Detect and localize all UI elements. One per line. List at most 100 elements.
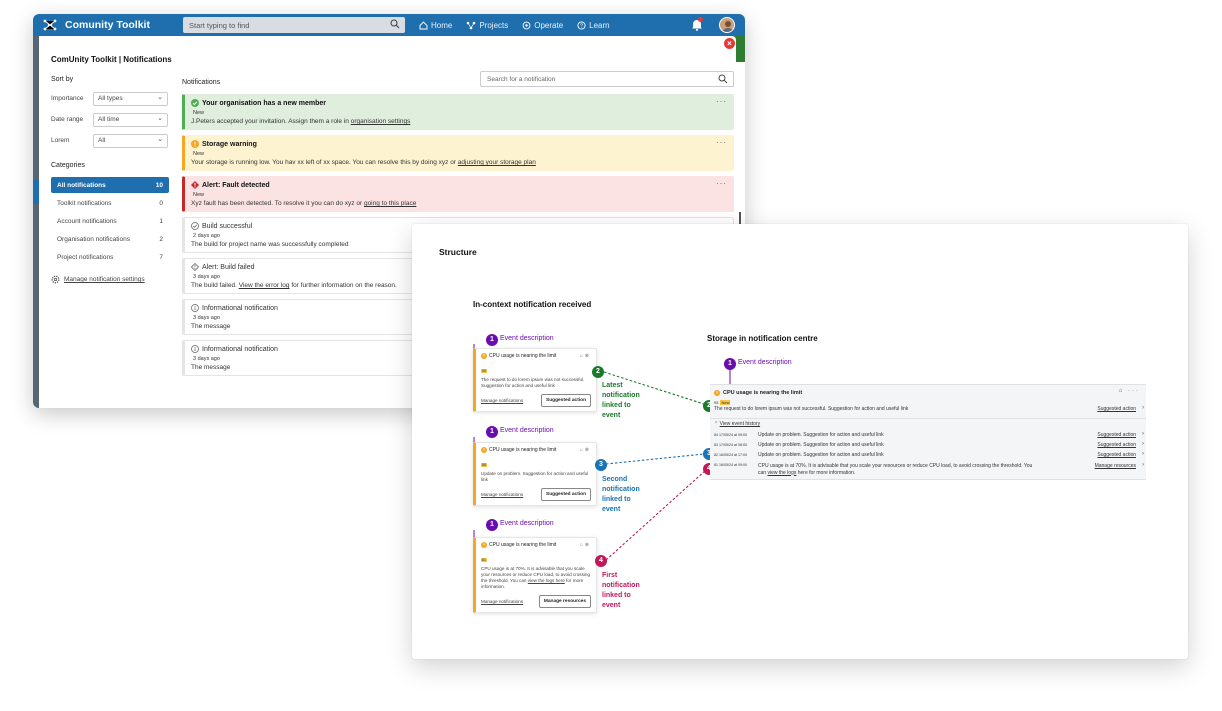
info-icon [191, 345, 199, 353]
category-project[interactable]: Project notifications 7 [51, 249, 169, 265]
projects-icon [467, 21, 476, 29]
mini-link[interactable]: view the logs here [528, 578, 565, 583]
history-timestamp: 16/05/24 at 17:00 [719, 453, 747, 457]
manage-settings-link[interactable]: Manage notification settings [51, 275, 169, 284]
history-text: Update on problem. Suggestion for action… [758, 442, 884, 448]
notification-title: Alert: Fault detected [202, 181, 270, 189]
chevron-right-icon: › [1142, 441, 1144, 447]
lorem-select[interactable]: All ⌄ [93, 133, 168, 148]
notification-time: New [193, 110, 205, 116]
manage-settings-label: Manage notification settings [64, 276, 145, 283]
filter-label: Importance [51, 95, 84, 102]
chevron-right-icon: › [1142, 431, 1144, 437]
category-all[interactable]: All notifications 10 [51, 177, 169, 193]
select-value: All types [98, 95, 123, 102]
history-timestamp: 16/05/24 at 09:00 [719, 463, 747, 467]
history-timestamp: 17/05/24 at 09:00 [719, 433, 747, 437]
manage-notifications-link[interactable]: Manage notifications [481, 599, 523, 604]
nav-operate-label: Operate [534, 20, 564, 30]
mini-actions-icon[interactable]: ⌂⊗ [580, 447, 591, 453]
mini-title: CPU usage is nearing the limit [489, 447, 557, 453]
storage-latest-body: The request to do lorem ipsum was not su… [714, 406, 909, 412]
category-account[interactable]: Account notifications 1 [51, 213, 169, 229]
nav-operate[interactable]: Operate [522, 21, 563, 30]
global-search-input[interactable]: Start typing to find [183, 17, 405, 33]
suggested-action-button[interactable]: Suggested action [541, 487, 591, 501]
caption-line: notification [602, 392, 640, 399]
notification-link[interactable]: going to this place [364, 200, 416, 207]
notification-title: Informational notification [202, 304, 278, 312]
notification-title: Storage warning [202, 140, 257, 148]
view-history-toggle[interactable]: ⌃ View event history [714, 421, 760, 427]
notification-item[interactable]: Alert: Fault detected New Xyz fault has … [182, 176, 734, 212]
nav-home[interactable]: Home [419, 21, 452, 30]
chevron-right-icon: › [1142, 462, 1144, 468]
importance-select[interactable]: All types ⌄ [93, 91, 168, 106]
notification-link[interactable]: View the error log [239, 282, 290, 289]
categories-label: Categories [51, 162, 85, 169]
notifications-heading: Notifications [182, 79, 221, 86]
notification-link[interactable]: organisation settings [351, 118, 411, 125]
filter-date-range: Date range All time ⌄ [51, 112, 169, 127]
event-description-label: Event description [738, 359, 792, 366]
caption-second: Second notification linked to event [602, 475, 640, 515]
notification-link[interactable]: adjusting your storage plan [458, 159, 536, 166]
category-count: 2 [159, 235, 163, 243]
notification-search-input[interactable]: Search for a notification [480, 71, 734, 87]
notification-item[interactable]: Storage warning New Your storage is runn… [182, 135, 734, 171]
operate-icon [522, 21, 531, 29]
manage-notifications-link[interactable]: Manage notifications [481, 398, 523, 403]
filter-label: Date range [51, 116, 84, 123]
filter-label: Lorem [51, 137, 70, 144]
storage-actions-icon[interactable]: ⌂ ··· [1119, 388, 1140, 394]
nav-home-label: Home [431, 20, 453, 30]
warning-icon [191, 140, 199, 148]
more-options-icon[interactable]: ··· [716, 97, 727, 106]
suggested-action-button[interactable]: Suggested action [541, 393, 591, 407]
nav-projects[interactable]: Projects [466, 21, 508, 30]
storage-title: CPU usage is nearing the limit [723, 390, 803, 396]
suggested-action-link[interactable]: Suggested action [1097, 406, 1136, 412]
top-bar: Comunity Toolkit Start typing to find Ho… [33, 14, 745, 36]
mini-actions-icon[interactable]: ⌂⊗ [580, 353, 591, 359]
event-description-label: Event description [500, 335, 554, 342]
notification-centre-entry[interactable]: CPU usage is nearing the limit ⌂ ··· 95 N… [710, 384, 1146, 480]
logo-icon[interactable] [41, 16, 59, 34]
history-text: Update on problem. Suggestion for action… [758, 432, 884, 438]
history-text: Update on problem. Suggestion for action… [758, 452, 884, 458]
close-button[interactable]: × [724, 38, 735, 49]
avatar[interactable] [719, 17, 735, 33]
notification-body: The build for project name was successfu… [191, 241, 349, 248]
notification-body: J.Peters accepted your invitation. Assig… [191, 118, 351, 125]
notification-time: New [193, 151, 205, 157]
category-toolkit[interactable]: Toolkit notifications 0 [51, 195, 169, 211]
manage-resources-link[interactable]: Manage resources [1095, 463, 1136, 469]
suggested-action-link[interactable]: Suggested action [1097, 452, 1136, 458]
suggested-action-link[interactable]: Suggested action [1097, 442, 1136, 448]
notification-body: Xyz fault has been detected. To resolve … [191, 200, 364, 207]
category-label: Account notifications [57, 217, 117, 225]
marker-first: 4 [595, 555, 607, 567]
in-context-notification[interactable]: CPU usage is nearing the limit ⌂⊗ 90 The … [473, 348, 597, 412]
chevron-down-icon: ⌄ [157, 135, 163, 143]
in-context-notification[interactable]: CPU usage is nearing the limit ⌂⊗ 81 CPU … [473, 537, 597, 613]
history-index: 83 [714, 443, 718, 447]
filter-lorem: Lorem All ⌄ [51, 133, 169, 148]
more-options-icon[interactable]: ··· [716, 179, 727, 188]
suggested-action-link[interactable]: Suggested action [1097, 432, 1136, 438]
manage-resources-button[interactable]: Manage resources [538, 594, 591, 608]
notification-item[interactable]: Your organisation has a new member New J… [182, 94, 734, 130]
view-history-label: View event history [719, 421, 761, 427]
category-organisation[interactable]: Organisation notifications 2 [51, 231, 169, 247]
more-options-icon[interactable]: ··· [716, 138, 727, 147]
in-context-notification[interactable]: CPU usage is nearing the limit ⌂⊗ 85 Upda… [473, 442, 597, 506]
date-range-select[interactable]: All time ⌄ [93, 112, 168, 127]
marker-latest: 2 [592, 366, 604, 378]
notification-body-after: for further information on the reason. [289, 282, 397, 289]
mini-actions-icon[interactable]: ⌂⊗ [580, 542, 591, 548]
history-link[interactable]: view the logs [767, 470, 796, 476]
manage-notifications-link[interactable]: Manage notifications [481, 492, 523, 497]
nav-projects-label: Projects [479, 20, 509, 30]
nav-learn[interactable]: ? Learn [577, 21, 610, 30]
notification-title: Your organisation has a new member [202, 99, 326, 107]
